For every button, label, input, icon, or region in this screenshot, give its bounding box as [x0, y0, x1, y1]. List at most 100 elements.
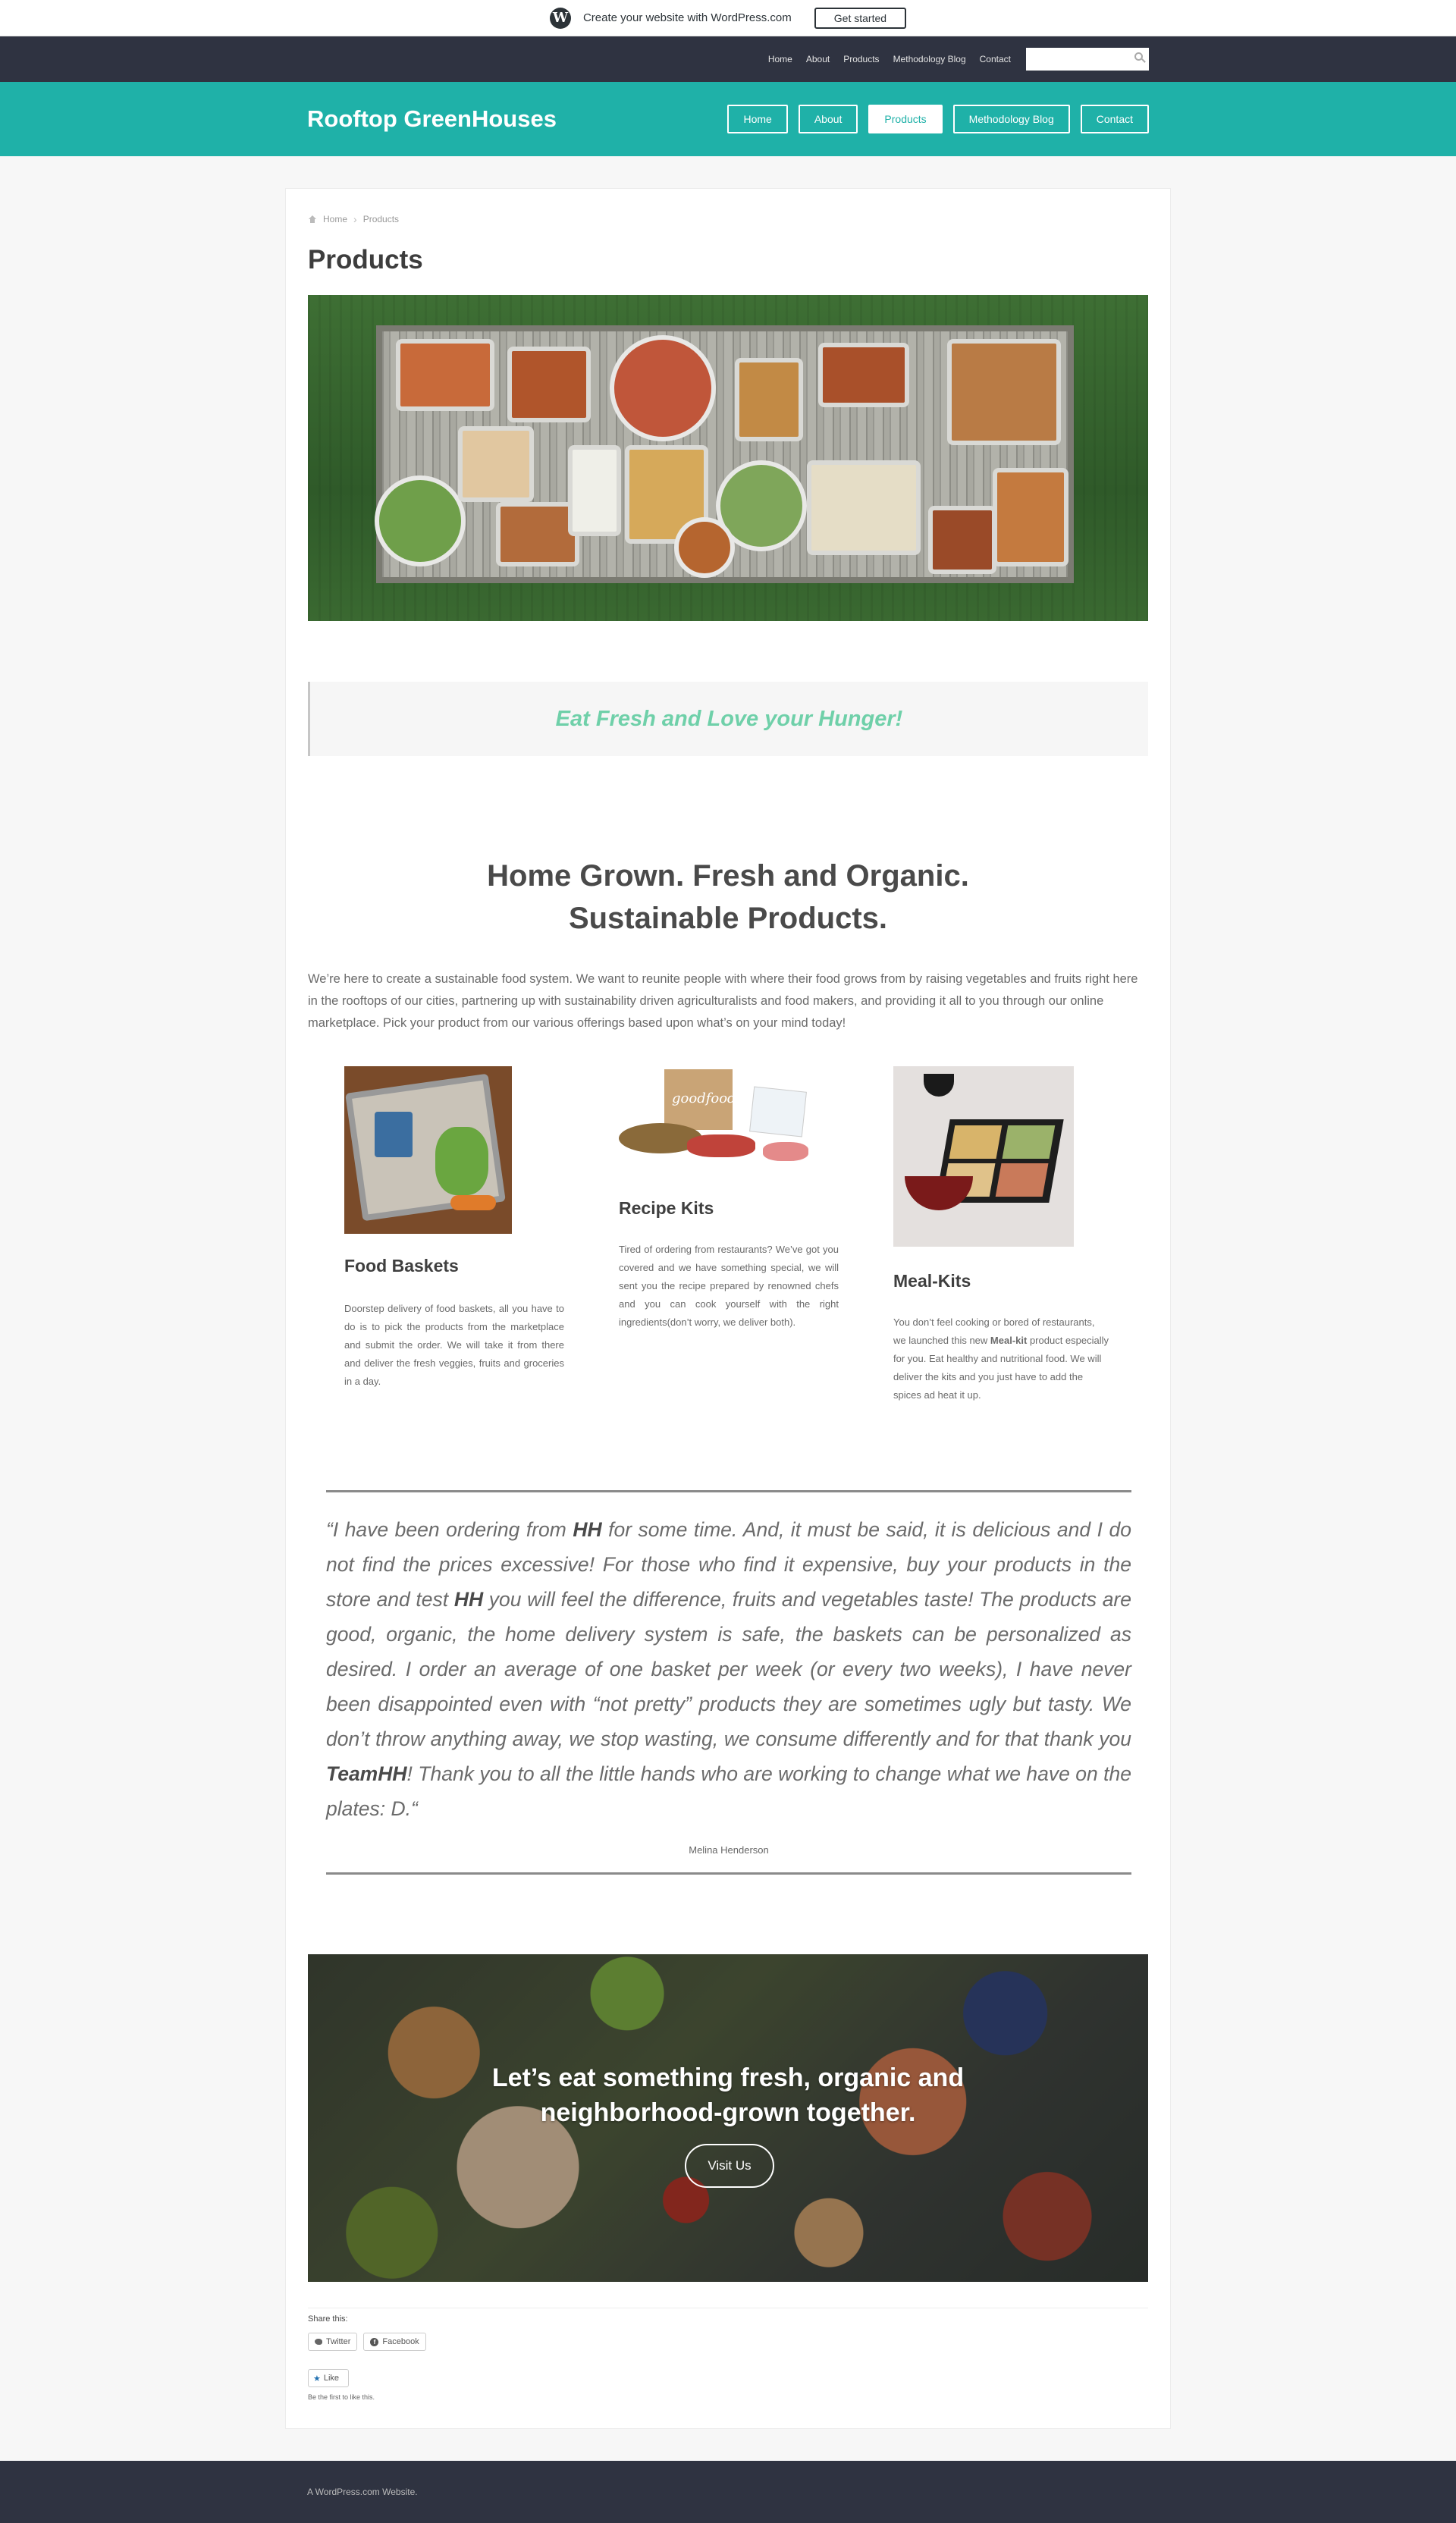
- food-tray: [496, 502, 579, 566]
- breadcrumb-current: Products: [362, 214, 400, 224]
- pizza-plate: [610, 335, 716, 441]
- cta-line2: neighborhood-grown together.: [540, 2098, 916, 2127]
- share-buttons: Twitter f Facebook: [308, 2333, 1148, 2351]
- product-title: Meal-Kits: [893, 1271, 971, 1291]
- recipe-card-shape: [749, 1086, 807, 1138]
- facebook-icon: f: [370, 2337, 379, 2346]
- food-tray: [568, 445, 621, 536]
- wordpress-logo-icon[interactable]: W: [549, 7, 571, 29]
- food-tray: [396, 339, 494, 411]
- product-description: Tired of ordering from restaurants? We’v…: [619, 1244, 839, 1328]
- food-tray: [507, 347, 591, 422]
- quote-banner: Eat Fresh and Love your Hunger!: [308, 682, 1148, 756]
- food-tray: [807, 460, 921, 555]
- cta-line1: Let’s eat something fresh, organic and: [491, 2063, 965, 2092]
- food-tray: [993, 468, 1068, 566]
- facebook-label: Facebook: [382, 2337, 419, 2346]
- site-footer: A WordPress.com Website.: [0, 2461, 1456, 2523]
- banner-quote-text: Eat Fresh and Love your Hunger!: [555, 706, 903, 731]
- page-title: Products: [308, 245, 423, 275]
- bento-compartment: [995, 1163, 1049, 1197]
- food-basket-image: [344, 1066, 512, 1234]
- product-description: You don’t feel cooking or bored of resta…: [893, 1313, 1109, 1404]
- bento-compartment: [949, 1125, 1003, 1159]
- product-description: Doorstep delivery of food baskets, all y…: [344, 1303, 564, 1387]
- nav-home[interactable]: Home: [727, 105, 788, 133]
- close-quote: “: [410, 1797, 418, 1820]
- food-tray: [947, 339, 1061, 445]
- star-icon: ★: [313, 2374, 321, 2383]
- testimonial-part: I have been ordering from: [332, 1518, 573, 1541]
- facebook-share-button[interactable]: f Facebook: [363, 2333, 426, 2351]
- picnic-table: [375, 325, 1074, 583]
- food-tray: [458, 426, 534, 502]
- nav-products[interactable]: Products: [868, 105, 943, 133]
- testimonial-bottom-rule: [326, 1872, 1131, 1875]
- site-header: Rooftop GreenHouses Home About Products …: [0, 82, 1456, 156]
- section-heading-line2: Sustainable Products.: [568, 902, 888, 935]
- like-note: Be the first to like this.: [308, 2393, 375, 2401]
- testimonial-part: ! Thank you to all the little hands who …: [326, 1762, 1131, 1820]
- topnav-contact[interactable]: Contact: [980, 54, 1011, 64]
- testimonial-text: “I have been ordering from HH for some t…: [326, 1512, 1131, 1826]
- section-heading: Home Grown. Fresh and Organic. Sustainab…: [308, 855, 1148, 940]
- search-icon[interactable]: [1134, 52, 1143, 61]
- testimonial-part: you will feel the difference, fruits and…: [326, 1588, 1131, 1750]
- box-brand-text: goodfood: [672, 1090, 736, 1106]
- cta-banner: Let’s eat something fresh, organic and n…: [308, 1954, 1148, 2282]
- breadcrumb-home[interactable]: Home: [323, 214, 347, 224]
- testimonial-author: Melina Henderson: [689, 1844, 769, 1856]
- content-card: Home › Products Products Eat Fresh and L…: [285, 188, 1171, 2429]
- hero-food-image: [308, 295, 1148, 621]
- like-button[interactable]: ★ Like: [308, 2369, 349, 2387]
- vegetables-shape: [435, 1127, 488, 1195]
- lacquer-bowl-shape: [905, 1176, 973, 1210]
- cta-heading: Let’s eat something fresh, organic and n…: [308, 2060, 1148, 2130]
- box-shape: goodfood: [664, 1069, 736, 1130]
- product-title: Recipe Kits: [619, 1198, 714, 1218]
- topnav-methodology-blog[interactable]: Methodology Blog: [893, 54, 966, 64]
- share-label: Share this:: [308, 2308, 1148, 2324]
- wordpress-promo-bar: W Create your website with WordPress.com…: [0, 0, 1456, 36]
- salad-plate: [375, 475, 466, 566]
- main-nav: Home About Products Methodology Blog Con…: [727, 105, 1149, 133]
- section-heading-line1: Home Grown. Fresh and Organic.: [487, 859, 969, 893]
- like-label: Like: [323, 2374, 340, 2383]
- topnav-home[interactable]: Home: [768, 54, 792, 64]
- testimonial-bold: HH: [453, 1588, 484, 1611]
- bento-compartment: [1002, 1125, 1056, 1159]
- twitter-icon: [315, 2339, 322, 2345]
- food-plate: [674, 517, 735, 578]
- recipe-kit-image: goodfood: [619, 1066, 825, 1176]
- nav-contact[interactable]: Contact: [1080, 105, 1149, 133]
- twitter-share-button[interactable]: Twitter: [308, 2333, 358, 2351]
- meal-kit-image: [893, 1066, 1074, 1247]
- food-tray: [818, 343, 909, 407]
- search-input[interactable]: [1026, 48, 1149, 71]
- get-started-button[interactable]: Get started: [814, 7, 907, 29]
- soup-bowl-shape: [924, 1074, 954, 1097]
- nav-methodology-blog[interactable]: Methodology Blog: [952, 105, 1070, 133]
- testimonial: “I have been ordering from HH for some t…: [326, 1490, 1131, 1875]
- chevron-right-icon: ›: [353, 213, 357, 225]
- topnav-products[interactable]: Products: [843, 54, 879, 64]
- meal-kit-bold: Meal-kit: [990, 1335, 1028, 1346]
- intro-paragraph: We’re here to create a sustainable food …: [308, 972, 1138, 1030]
- visit-us-button[interactable]: Visit Us: [685, 2144, 774, 2188]
- share-section: Share this: Twitter f Facebook ★ Like Be…: [308, 2308, 1148, 2401]
- site-title[interactable]: Rooftop GreenHouses: [307, 105, 557, 133]
- promo-text[interactable]: Create your website with WordPress.com: [583, 11, 792, 24]
- open-quote: “: [326, 1518, 333, 1541]
- product-title: Food Baskets: [344, 1256, 459, 1276]
- nav-about[interactable]: About: [798, 105, 858, 133]
- packaged-goods-shape: [375, 1112, 413, 1157]
- topnav-about[interactable]: About: [806, 54, 830, 64]
- twitter-label: Twitter: [326, 2337, 351, 2346]
- fish-shape: [763, 1142, 808, 1161]
- meat-shape: [687, 1134, 755, 1157]
- footer-credit[interactable]: A WordPress.com Website.: [307, 2487, 418, 2497]
- testimonial-top-rule: [326, 1490, 1131, 1492]
- testimonial-bold: HH: [573, 1518, 602, 1541]
- testimonial-bold: TeamHH: [326, 1762, 407, 1785]
- food-tray: [928, 506, 996, 574]
